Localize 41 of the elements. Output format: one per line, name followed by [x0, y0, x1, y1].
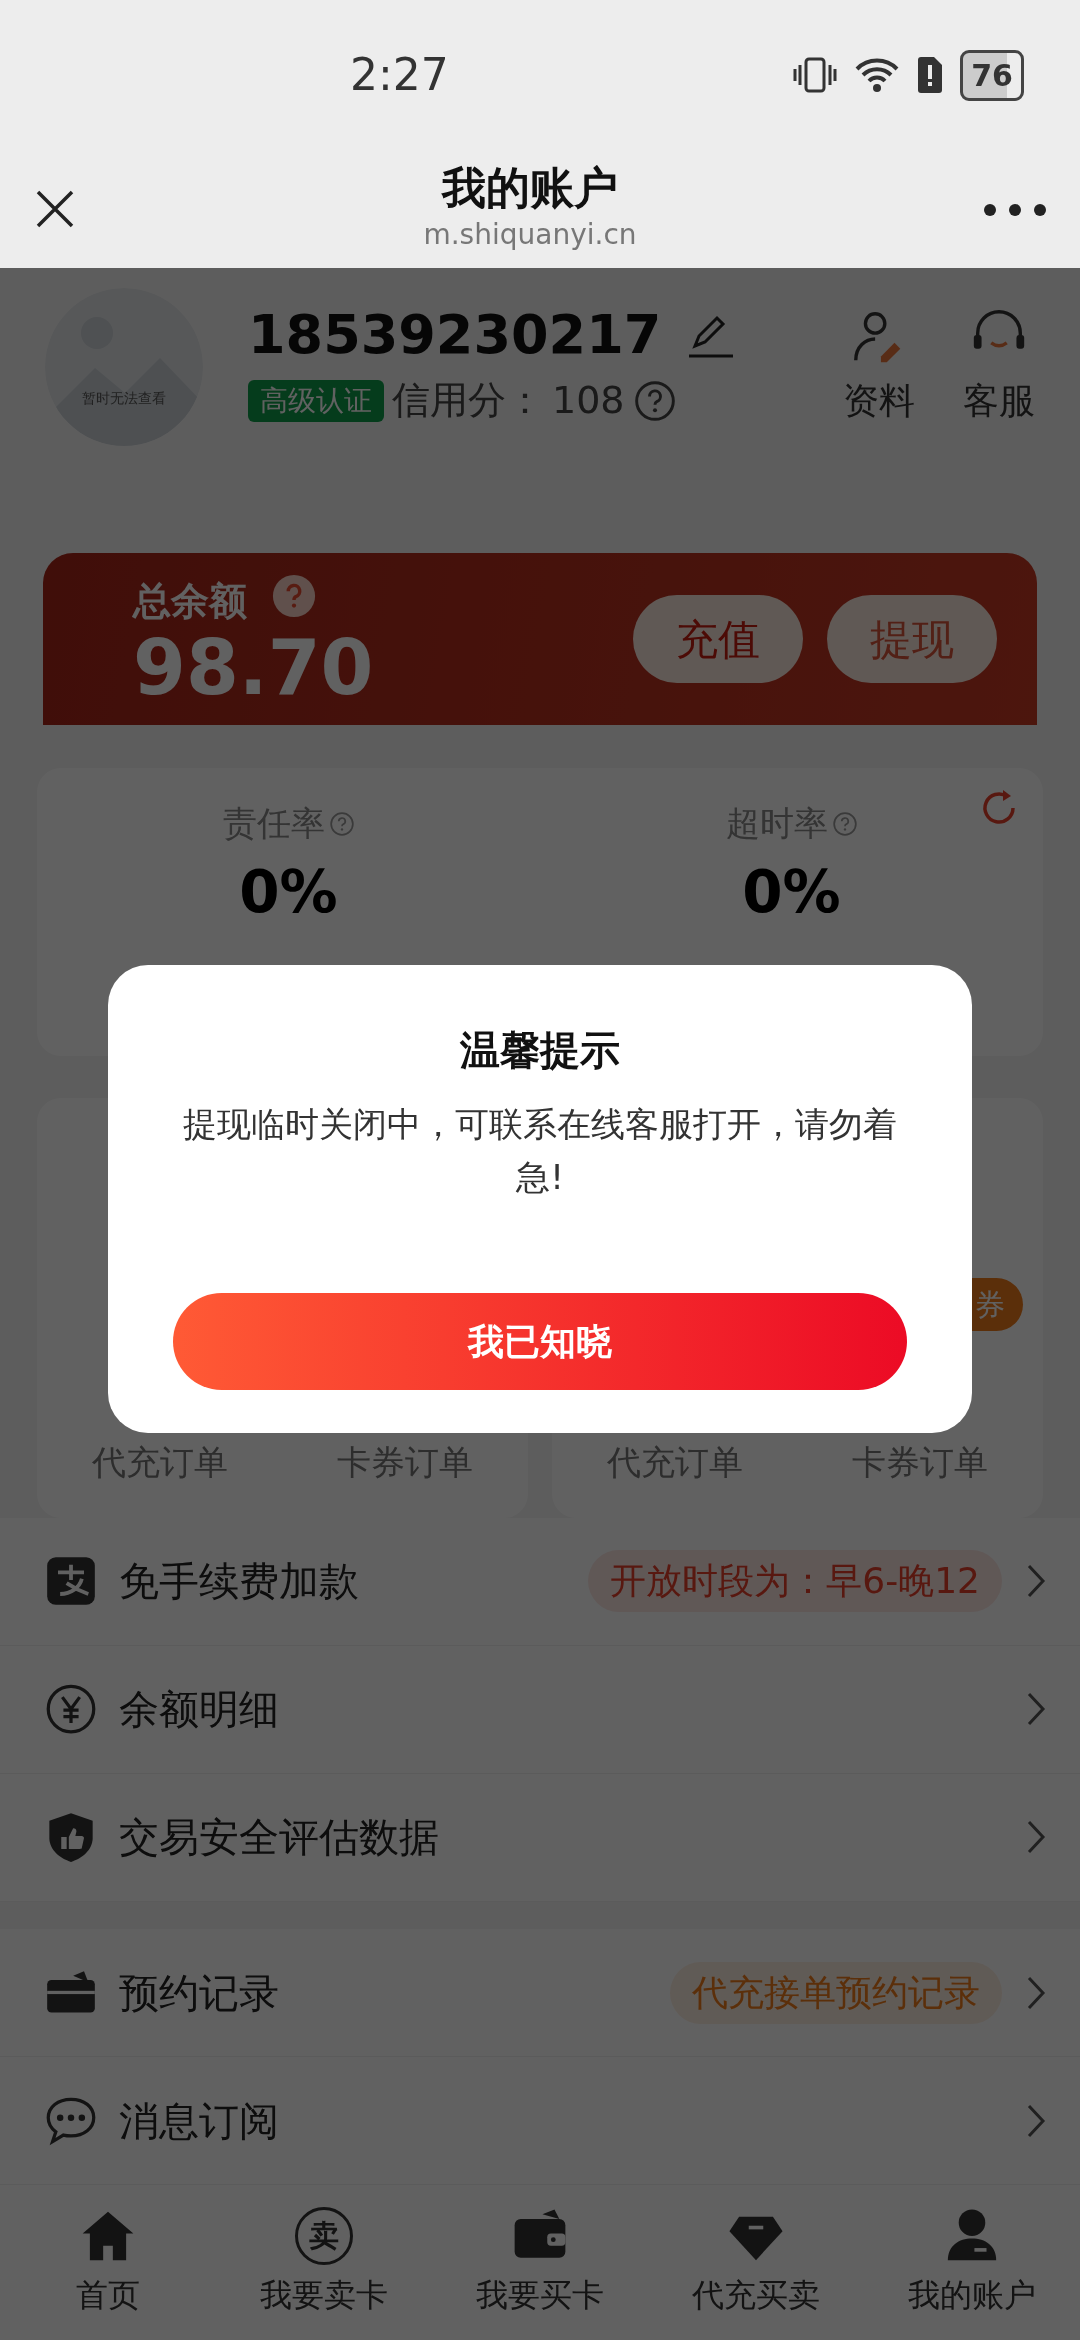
profile-action[interactable]: 资料 — [843, 306, 915, 429]
nav-tab[interactable]: 我的账户 — [864, 2185, 1080, 2340]
menu-label: 免手续费加款 — [119, 1557, 360, 1606]
balance-amount: 98.70 — [133, 629, 374, 706]
menu-label: 余额明细 — [119, 1685, 280, 1734]
menu-item[interactable]: 预约记录 代充接单预约记录 — [0, 1929, 1080, 2057]
dialog-title: 温馨提示 — [460, 1026, 620, 1075]
vibrate-icon — [792, 55, 839, 95]
battery-level: 76 — [960, 49, 1024, 101]
nav-tab[interactable]: 卖 我要卖卡 — [216, 2185, 432, 2340]
yuan-icon — [45, 1683, 97, 1735]
balance-button[interactable]: 提现 — [827, 595, 997, 684]
sell-icon: 卖 — [295, 2206, 353, 2265]
sim-alert-icon — [916, 56, 945, 94]
phone-number: 18539230217 — [248, 305, 662, 365]
balance-button[interactable]: 充值 — [633, 595, 803, 684]
balance-label: 总余额 — [133, 577, 247, 625]
menu-label: 交易安全评估数据 — [119, 1813, 440, 1862]
help-icon[interactable] — [271, 572, 317, 619]
help-icon[interactable] — [831, 810, 858, 837]
profile-action[interactable]: 客服 — [963, 306, 1035, 429]
credit-label: 信用分： — [392, 377, 544, 425]
status-time: 2:27 — [350, 48, 449, 102]
confirm-button[interactable]: 我已知晓 — [173, 1293, 907, 1390]
menu-label: 消息订阅 — [119, 2096, 280, 2146]
rate-value: 0% — [239, 857, 338, 929]
menu-item[interactable]: 余额明细 — [0, 1645, 1080, 1774]
nav-tab[interactable]: 代充买卖 — [648, 2185, 864, 2340]
page-title: 我的账户 — [442, 161, 618, 215]
rate-value: 0% — [742, 857, 841, 929]
dialog-message: 提现临时关闭中，可联系在线客服打开，请勿着急! — [182, 1103, 898, 1199]
nav-tab[interactable]: 我要买卡 — [432, 2185, 648, 2340]
nav-tab[interactable]: 首页 — [0, 2185, 216, 2340]
help-icon[interactable] — [328, 810, 355, 837]
page-url: m.shiquanyi.cn — [423, 217, 637, 254]
credit-score: 108 — [552, 377, 625, 425]
menu-label: 预约记录 — [119, 1968, 280, 2018]
help-icon[interactable] — [632, 378, 677, 423]
payment-icon — [45, 1555, 97, 1607]
menu-item[interactable]: 交易安全评估数据 — [0, 1773, 1080, 1902]
verification-badge: 高级认证 — [248, 379, 384, 422]
